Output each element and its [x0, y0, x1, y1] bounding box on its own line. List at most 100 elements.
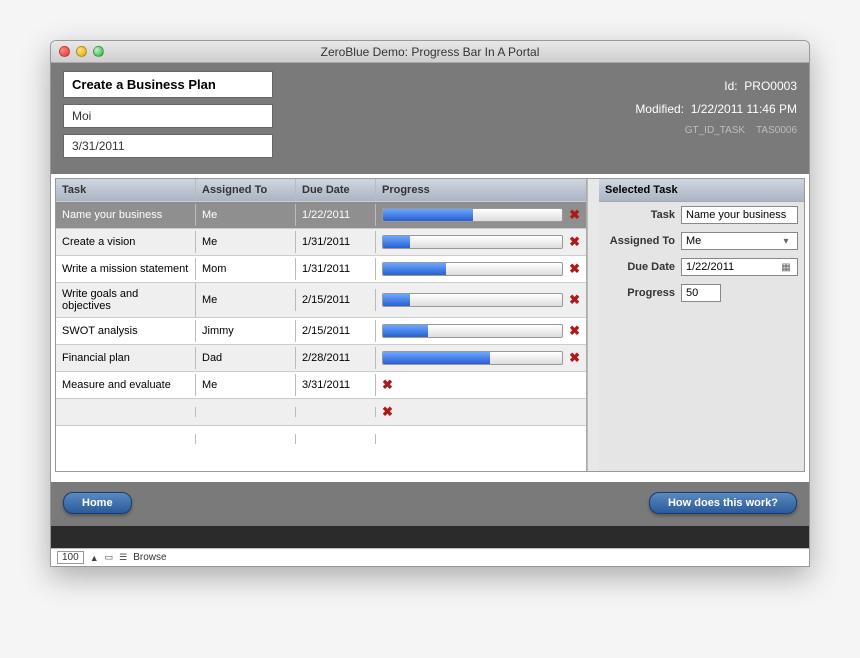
cell-task[interactable]: Name your business: [56, 204, 196, 226]
chevron-down-icon: ▾: [779, 236, 793, 247]
cell-progress: ✖: [376, 372, 586, 398]
table-row[interactable]: [56, 425, 586, 451]
sp-label-progress: Progress: [605, 287, 675, 299]
tasks-table: Task Assigned To Due Date Progress Name …: [56, 179, 587, 471]
cell-task[interactable]: Write goals and objectives: [56, 283, 196, 317]
sp-label-assigned: Assigned To: [605, 235, 675, 247]
table-row[interactable]: ✖: [56, 398, 586, 425]
sp-assigned-dropdown[interactable]: Me ▾: [681, 232, 798, 250]
window-title: ZeroBlue Demo: Progress Bar In A Portal: [51, 45, 809, 59]
gt-id-value: TAS0006: [756, 125, 797, 136]
cell-due[interactable]: [296, 434, 376, 444]
id-label: Id:: [724, 79, 737, 93]
gt-id-label: GT_ID_TASK: [685, 125, 745, 136]
delete-icon[interactable]: ✖: [569, 207, 580, 223]
status-bar: 100 ▲ ▭ ☰ Browse: [51, 548, 809, 566]
cell-progress: ✖: [376, 229, 586, 255]
cell-due[interactable]: 2/15/2011: [296, 320, 376, 342]
mountain-icon[interactable]: ▲: [90, 553, 99, 563]
plan-date-field[interactable]: 3/31/2011: [63, 134, 273, 158]
table-row[interactable]: Write goals and objectivesMe2/15/2011 ✖: [56, 282, 586, 317]
table-row[interactable]: Financial planDad2/28/2011 ✖: [56, 344, 586, 371]
progress-bar: [382, 262, 563, 276]
sp-progress-field[interactable]: 50: [681, 284, 721, 302]
cell-assigned[interactable]: Me: [196, 289, 296, 311]
cell-task[interactable]: [56, 434, 196, 444]
cell-progress: ✖: [376, 318, 586, 344]
cell-assigned[interactable]: [196, 407, 296, 417]
zoom-level[interactable]: 100: [57, 551, 84, 564]
delete-icon[interactable]: ✖: [569, 234, 580, 250]
cell-task[interactable]: SWOT analysis: [56, 320, 196, 342]
col-header-assigned[interactable]: Assigned To: [196, 179, 296, 201]
cell-progress: ✖: [376, 287, 586, 313]
list-icon[interactable]: ☰: [119, 552, 127, 563]
cell-task[interactable]: [56, 407, 196, 417]
col-header-progress[interactable]: Progress: [376, 179, 586, 201]
cell-due[interactable]: 1/22/2011: [296, 204, 376, 226]
app-window: ZeroBlue Demo: Progress Bar In A Portal …: [50, 40, 810, 567]
delete-icon[interactable]: ✖: [569, 323, 580, 339]
table-row[interactable]: Create a visionMe1/31/2011 ✖: [56, 228, 586, 255]
cell-task[interactable]: Measure and evaluate: [56, 374, 196, 396]
delete-icon[interactable]: ✖: [382, 377, 393, 393]
calendar-icon[interactable]: ▦: [779, 262, 793, 273]
cell-assigned[interactable]: Me: [196, 231, 296, 253]
table-row[interactable]: Measure and evaluateMe3/31/2011 ✖: [56, 371, 586, 398]
cell-assigned[interactable]: Mom: [196, 258, 296, 280]
cell-due[interactable]: 1/31/2011: [296, 231, 376, 253]
selected-task-header: Selected Task: [599, 179, 804, 202]
cell-due[interactable]: [296, 407, 376, 417]
sp-due-field[interactable]: 1/22/2011 ▦: [681, 258, 798, 276]
cell-progress: ✖: [376, 345, 586, 371]
cell-assigned[interactable]: Jimmy: [196, 320, 296, 342]
table-body: Name your businessMe1/22/2011✖Create a v…: [56, 201, 586, 471]
delete-icon[interactable]: ✖: [382, 404, 393, 420]
cell-progress: ✖: [376, 256, 586, 282]
plan-owner-field[interactable]: Moi: [63, 104, 273, 128]
main-content: Task Assigned To Due Date Progress Name …: [55, 178, 805, 472]
dark-strip: [51, 526, 809, 548]
cell-due[interactable]: 2/15/2011: [296, 289, 376, 311]
table-row[interactable]: SWOT analysisJimmy2/15/2011 ✖: [56, 317, 586, 344]
sp-label-task: Task: [605, 209, 675, 221]
home-button[interactable]: Home: [63, 492, 132, 514]
delete-icon[interactable]: ✖: [569, 261, 580, 277]
progress-bar: [382, 324, 563, 338]
id-value: PRO0003: [744, 79, 797, 93]
cell-assigned[interactable]: Me: [196, 204, 296, 226]
cell-task[interactable]: Create a vision: [56, 231, 196, 253]
mode-label: Browse: [133, 552, 166, 563]
scrollbar[interactable]: [587, 179, 599, 471]
footer-bar: Home How does this work?: [51, 482, 809, 526]
cell-task[interactable]: Financial plan: [56, 347, 196, 369]
progress-bar: [382, 235, 563, 249]
table-row[interactable]: Write a mission statementMom1/31/2011 ✖: [56, 255, 586, 282]
col-header-task[interactable]: Task: [56, 179, 196, 201]
cell-assigned[interactable]: [196, 434, 296, 444]
sp-label-due: Due Date: [605, 261, 675, 273]
cell-assigned[interactable]: Dad: [196, 347, 296, 369]
col-header-due[interactable]: Due Date: [296, 179, 376, 201]
cell-progress: ✖: [376, 202, 586, 228]
cell-due[interactable]: 3/31/2011: [296, 374, 376, 396]
cell-task[interactable]: Write a mission statement: [56, 258, 196, 280]
cell-due[interactable]: 1/31/2011: [296, 258, 376, 280]
plan-title-field[interactable]: Create a Business Plan: [63, 71, 273, 98]
layout-icon[interactable]: ▭: [105, 552, 114, 563]
selected-task-panel: Selected Task Task Name your business As…: [599, 179, 804, 471]
delete-icon[interactable]: ✖: [569, 292, 580, 308]
table-row[interactable]: Name your businessMe1/22/2011 ✖: [56, 201, 586, 228]
modified-value: 1/22/2011 11:46 PM: [691, 102, 797, 116]
header-bar: Create a Business Plan Moi 3/31/2011 Id:…: [51, 63, 809, 174]
modified-label: Modified:: [635, 102, 684, 116]
cell-progress: [376, 434, 586, 444]
window-titlebar[interactable]: ZeroBlue Demo: Progress Bar In A Portal: [51, 41, 809, 63]
delete-icon[interactable]: ✖: [569, 350, 580, 366]
cell-due[interactable]: 2/28/2011: [296, 347, 376, 369]
cell-progress: ✖: [376, 399, 586, 425]
cell-assigned[interactable]: Me: [196, 374, 296, 396]
help-button[interactable]: How does this work?: [649, 492, 797, 514]
sp-task-field[interactable]: Name your business: [681, 206, 798, 224]
progress-bar: [382, 293, 563, 307]
